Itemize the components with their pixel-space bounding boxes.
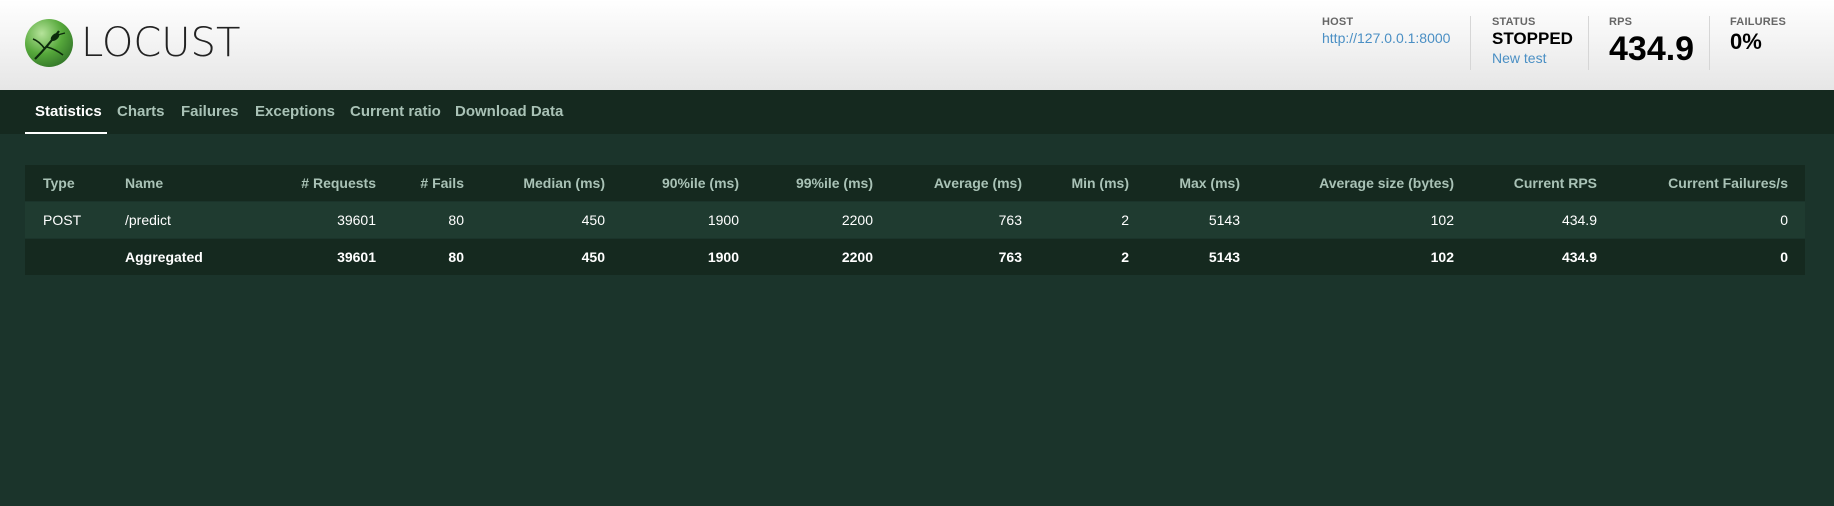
name-cell: /predict bbox=[125, 212, 171, 228]
locust-icon bbox=[25, 19, 73, 67]
status-stat: STATUS STOPPED New test bbox=[1492, 16, 1573, 67]
top-header: LOCUST HOST http://127.0.0.1:8000 STATUS… bbox=[0, 0, 1834, 90]
current-failures-cell: 0 bbox=[1780, 249, 1788, 265]
active-tab-indicator bbox=[25, 132, 107, 134]
current-rps-cell: 434.9 bbox=[1561, 249, 1597, 265]
min-cell: 2 bbox=[1121, 212, 1129, 228]
column-header[interactable]: Type bbox=[43, 165, 75, 201]
requests-cell: 39601 bbox=[337, 249, 376, 265]
type-cell: POST bbox=[43, 212, 82, 228]
header-divider bbox=[1470, 16, 1471, 70]
max-cell: 5143 bbox=[1208, 212, 1240, 228]
average-cell: 763 bbox=[998, 249, 1022, 265]
median-cell: 450 bbox=[581, 249, 605, 265]
status-label: STATUS bbox=[1492, 16, 1536, 28]
failures-label: FAILURES bbox=[1730, 16, 1786, 28]
name-cell: Aggregated bbox=[125, 249, 203, 265]
avg-size-cell: 102 bbox=[1430, 249, 1454, 265]
column-header[interactable]: Min (ms) bbox=[1071, 165, 1129, 201]
p99-cell: 2200 bbox=[841, 249, 873, 265]
max-cell: 5143 bbox=[1208, 249, 1240, 265]
tab-bar: Statistics Charts Failures Exceptions Cu… bbox=[0, 90, 1834, 134]
rps-value: 434.9 bbox=[1609, 30, 1695, 68]
column-header[interactable]: Current Failures/s bbox=[1668, 165, 1788, 201]
avg-size-cell: 102 bbox=[1430, 212, 1454, 228]
tab-current-ratio[interactable]: Current ratio bbox=[350, 90, 441, 134]
table-row: POST /predict 39601 80 450 1900 2200 763… bbox=[25, 202, 1805, 238]
aggregated-row: Aggregated 39601 80 450 1900 2200 763 2 … bbox=[25, 239, 1805, 275]
failures-value: 0% bbox=[1730, 29, 1762, 54]
fails-cell: 80 bbox=[448, 249, 464, 265]
current-rps-cell: 434.9 bbox=[1561, 212, 1597, 228]
column-header[interactable]: Median (ms) bbox=[523, 165, 605, 201]
table-header-row: Type Name # Requests # Fails Median (ms)… bbox=[25, 165, 1805, 201]
current-failures-cell: 0 bbox=[1780, 212, 1788, 228]
status-value: STOPPED bbox=[1492, 29, 1573, 48]
column-header[interactable]: Average size (bytes) bbox=[1319, 165, 1454, 201]
tab-failures[interactable]: Failures bbox=[181, 90, 239, 134]
column-header[interactable]: # Fails bbox=[420, 165, 464, 201]
tab-charts[interactable]: Charts bbox=[117, 90, 165, 134]
rps-label: RPS bbox=[1609, 16, 1633, 28]
header-divider bbox=[1709, 16, 1710, 70]
average-cell: 763 bbox=[998, 212, 1022, 228]
column-header[interactable]: 99%ile (ms) bbox=[796, 165, 873, 201]
column-header[interactable]: Current RPS bbox=[1514, 165, 1597, 201]
requests-cell: 39601 bbox=[337, 212, 376, 228]
new-test-link[interactable]: New test bbox=[1492, 49, 1573, 67]
host-label: HOST bbox=[1322, 16, 1354, 28]
column-header[interactable]: # Requests bbox=[301, 165, 376, 201]
column-header[interactable]: 90%ile (ms) bbox=[662, 165, 739, 201]
header-divider bbox=[1588, 16, 1589, 70]
host-url-link[interactable]: http://127.0.0.1:8000 bbox=[1322, 29, 1450, 47]
host-stat: HOST http://127.0.0.1:8000 bbox=[1322, 16, 1450, 47]
tab-exceptions[interactable]: Exceptions bbox=[255, 90, 335, 134]
statistics-table: Type Name # Requests # Fails Median (ms)… bbox=[25, 165, 1805, 275]
rps-stat: RPS 434.9 bbox=[1609, 16, 1694, 67]
p90-cell: 1900 bbox=[707, 212, 739, 228]
logo-text: LOCUST bbox=[81, 20, 241, 66]
column-header[interactable]: Max (ms) bbox=[1179, 165, 1240, 201]
column-header[interactable]: Name bbox=[125, 165, 163, 201]
locust-logo[interactable]: LOCUST bbox=[25, 19, 240, 67]
tab-statistics[interactable]: Statistics bbox=[35, 90, 102, 134]
median-cell: 450 bbox=[581, 212, 605, 228]
failures-stat: FAILURES 0% bbox=[1730, 16, 1786, 55]
fails-cell: 80 bbox=[448, 212, 464, 228]
column-header[interactable]: Average (ms) bbox=[934, 165, 1022, 201]
tab-download-data[interactable]: Download Data bbox=[455, 90, 563, 134]
p90-cell: 1900 bbox=[707, 249, 739, 265]
p99-cell: 2200 bbox=[841, 212, 873, 228]
min-cell: 2 bbox=[1121, 249, 1129, 265]
